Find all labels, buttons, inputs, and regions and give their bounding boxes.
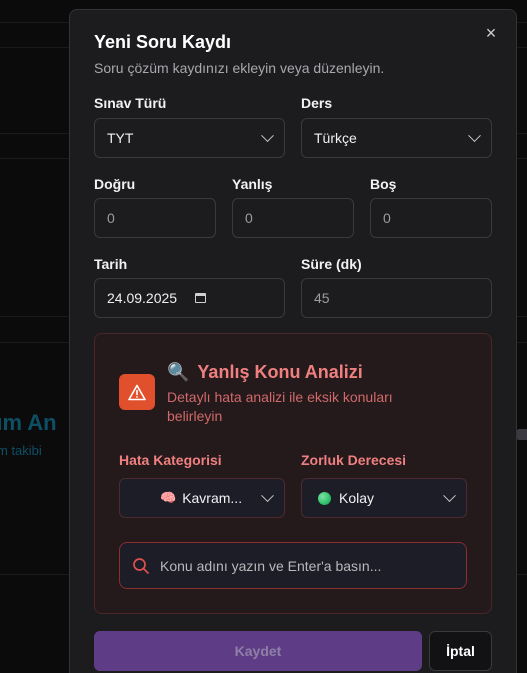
duration-label: Süre (dk)	[301, 256, 362, 272]
wrong-input[interactable]: 0	[232, 198, 354, 238]
magnifier-icon: 🔍	[167, 362, 190, 382]
chevron-down-icon	[261, 128, 274, 142]
wrong-label: Yanlış	[232, 176, 273, 192]
correct-label: Doğru	[94, 176, 136, 192]
calendar-icon[interactable]	[195, 293, 207, 303]
course-value: Türkçe	[314, 130, 357, 146]
blank-input[interactable]: 0	[370, 198, 492, 238]
close-icon[interactable]: ×	[482, 24, 500, 42]
background-subheading: m takibi	[0, 443, 42, 458]
blank-label: Boş	[370, 176, 397, 192]
chevron-down-icon	[468, 128, 481, 142]
course-select[interactable]: Türkçe	[301, 118, 492, 158]
warning-icon	[119, 374, 155, 410]
green-dot-icon	[318, 491, 331, 505]
new-question-dialog: × Yeni Soru Kaydı Soru çözüm kaydınızı e…	[69, 9, 517, 673]
dialog-title: Yeni Soru Kaydı	[94, 32, 232, 52]
cancel-button[interactable]: İptal	[429, 631, 492, 671]
correct-input[interactable]: 0	[94, 198, 216, 238]
date-value: 24.09.2025	[107, 290, 178, 306]
analysis-description: Detaylı hata analizi ile eksik konuları …	[167, 389, 393, 424]
error-category-label: Hata Kategorisi	[119, 452, 222, 468]
topic-placeholder: Konu adını yazın ve Enter'a basın...	[160, 557, 382, 574]
wrong-topic-analysis-panel: 🔍 Yanlış Konu Analizi Detaylı hata anali…	[94, 333, 492, 614]
chevron-down-icon	[261, 488, 274, 502]
background-chip	[517, 429, 527, 440]
error-category-value: Kavram...	[182, 490, 243, 506]
difficulty-label: Zorluk Derecesi	[301, 452, 407, 468]
error-category-select[interactable]: 🧠 Kavram...	[119, 478, 285, 518]
exam-type-value: TYT	[107, 130, 134, 146]
date-label: Tarih	[94, 256, 128, 272]
dialog-subtitle: Soru çözüm kaydınızı ekleyin veya düzenl…	[94, 60, 385, 76]
save-button[interactable]: Kaydet	[94, 631, 422, 671]
search-icon	[133, 557, 149, 574]
analysis-title: 🔍 Yanlış Konu Analizi	[167, 362, 363, 383]
course-label: Ders	[301, 95, 333, 111]
background-heading: züm An	[0, 410, 57, 435]
duration-input[interactable]: 45	[301, 278, 492, 318]
exam-type-select[interactable]: TYT	[94, 118, 285, 158]
exam-type-label: Sınav Türü	[94, 95, 167, 111]
brain-icon: 🧠	[160, 490, 177, 505]
topic-input[interactable]: Konu adını yazın ve Enter'a basın...	[119, 542, 467, 589]
analysis-title-text: Yanlış Konu Analizi	[197, 362, 363, 382]
difficulty-value: Kolay	[339, 490, 375, 506]
chevron-down-icon	[443, 488, 456, 502]
difficulty-select[interactable]: Kolay	[301, 478, 467, 518]
date-input[interactable]: 24.09.2025	[94, 278, 285, 318]
